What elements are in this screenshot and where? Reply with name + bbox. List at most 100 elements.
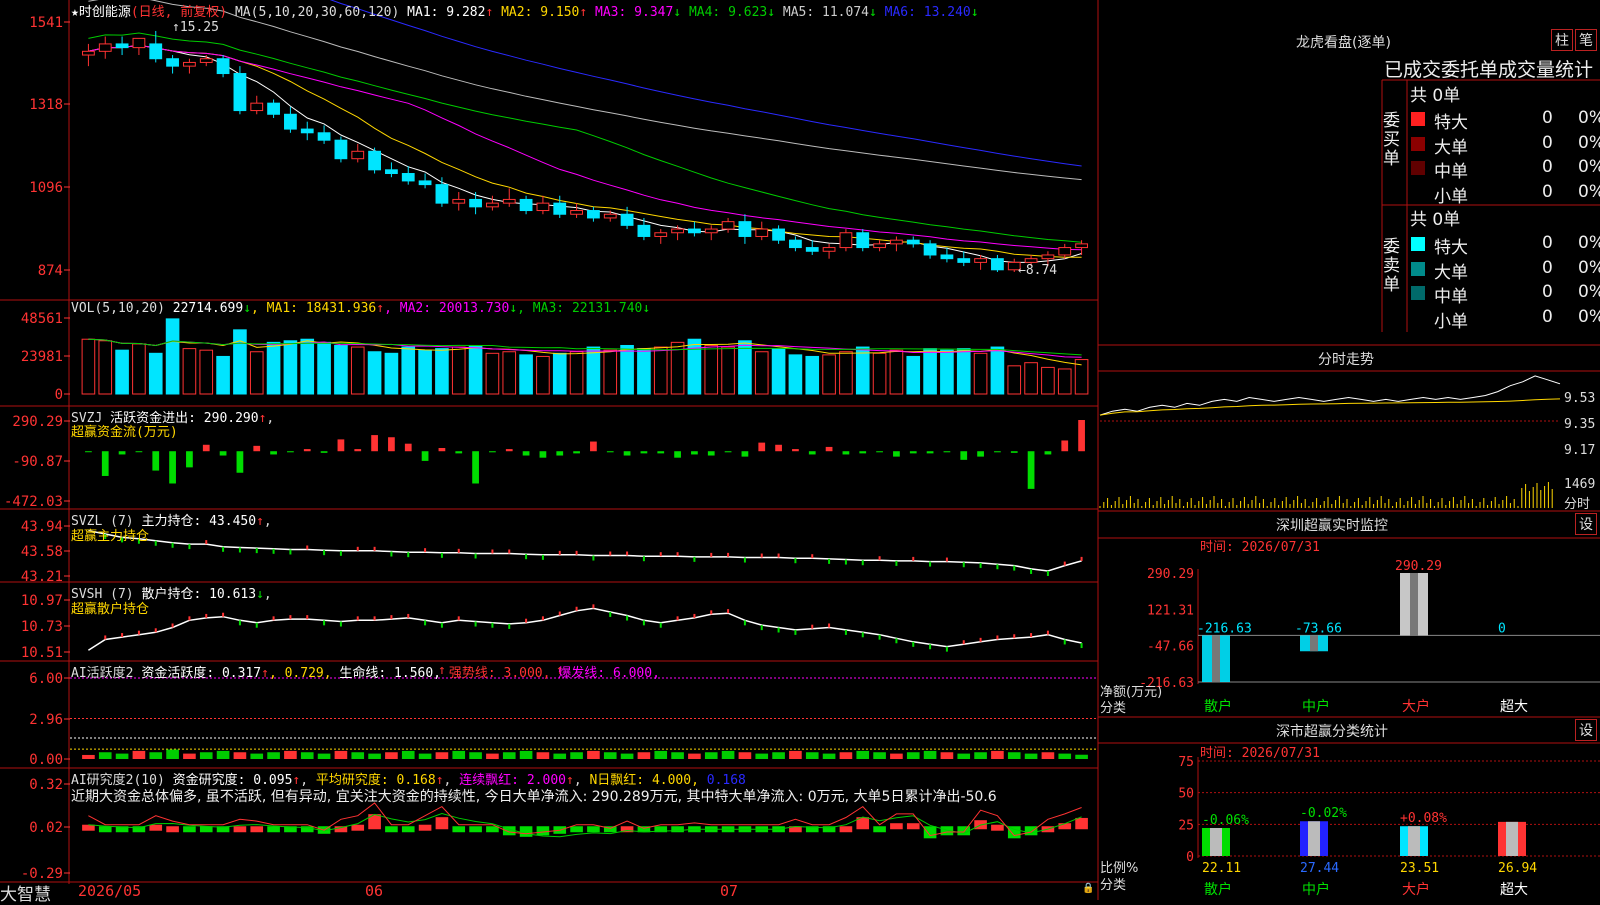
low-price-label: 8.74: [1025, 263, 1058, 278]
y-tick-label: 0.32: [29, 777, 63, 793]
ai-active-bar: [536, 752, 550, 759]
sell-row-count: 0: [1542, 306, 1553, 327]
ai-research-bar: [519, 826, 533, 837]
candle-body: [82, 50, 95, 56]
cat-value-label: 23.51: [1400, 861, 1439, 876]
ai-research-bar: [906, 823, 920, 830]
x-label-jul: 07: [720, 882, 739, 900]
svzj-bar: [1027, 451, 1035, 489]
sell-row-pct: 0%: [1578, 257, 1600, 278]
volume-panel: [81, 318, 1089, 395]
svzj-arrow: ↑: [258, 411, 267, 426]
candle-body: [873, 243, 886, 249]
ai-active-bar: [587, 750, 600, 759]
monitor-cat-label: 散户: [1204, 698, 1232, 715]
candle-body: [637, 224, 651, 237]
ai-active-bar: [772, 752, 785, 759]
svzj-bar: [287, 451, 294, 453]
x-label-may: 2026/05: [78, 882, 142, 900]
candle-body: [755, 228, 769, 237]
y-tick-label: 43.58: [21, 544, 63, 560]
ai-active-bar: [519, 750, 533, 759]
intraday-title[interactable]: 分时走势: [1318, 349, 1374, 369]
svzj-bar: [270, 451, 277, 455]
ma-label: MA(5,10,20,30,60,120): [234, 5, 400, 20]
candle-body: [132, 37, 146, 49]
candle-body: [351, 150, 365, 160]
candle-body: [789, 239, 802, 249]
ai-active-bar: [469, 752, 482, 759]
lock-icon[interactable]: 🔒: [1082, 883, 1094, 894]
volume-bar: [839, 351, 853, 395]
cat-name-label: 超大: [1500, 882, 1528, 898]
volume-bar: [603, 349, 618, 395]
ai-active-bar: [132, 750, 146, 759]
monitor-cat-label: 分类: [1100, 701, 1127, 716]
svzj-bar: [236, 451, 244, 473]
ai-research-bar: [587, 826, 600, 833]
volume-bar: [485, 352, 500, 395]
volume-bar: [81, 338, 96, 395]
stock-chart-area[interactable]: ↑ ↑ 1541 1318 1096 874 48561 23981 0 290.29 -90.8…: [0, 0, 1100, 900]
y-tick-label: 10.73: [21, 619, 63, 635]
buy-row-count: 0: [1542, 108, 1553, 128]
volume-bar: [536, 355, 550, 395]
svzj-bar: [202, 444, 210, 452]
monitor-cat-label: 中户: [1302, 698, 1330, 715]
cat-bar-highlight: [1210, 827, 1222, 856]
sell-total: 共 0单: [1410, 210, 1461, 230]
svzj-bar: [1061, 440, 1069, 452]
ai-active-bar: [822, 753, 836, 759]
ai-active-bar: [486, 753, 499, 759]
buy-legend-swatch: [1411, 161, 1425, 175]
candle-body: [553, 202, 567, 215]
volume-bar: [586, 346, 601, 395]
sell-row-count: 0: [1542, 257, 1553, 278]
volume-bar: [300, 338, 315, 395]
y-tick-label: 48561: [21, 311, 63, 327]
sell-row-pct: 0%: [1578, 282, 1600, 302]
candle-body: [216, 58, 230, 75]
svzj-bar: [421, 451, 429, 461]
volume-bar: [637, 348, 651, 395]
vol-ma-values: , MA1: 18431.936↑, MA2: 20013.730↓, MA3:…: [251, 301, 650, 316]
ai-active-bar: [570, 752, 583, 759]
ai-research-bar: [183, 826, 196, 833]
buy-legend-swatch: [1411, 185, 1425, 200]
ai-research-bar: [250, 826, 264, 833]
ai-active-bar: [671, 752, 684, 759]
candle-body: [856, 232, 870, 249]
monitor-bar-highlight: [1410, 573, 1418, 636]
volume-bar: [249, 351, 264, 395]
cat-stat-settings-button[interactable]: 设: [1575, 719, 1597, 741]
volume-bar: [435, 348, 449, 395]
vol-ma-value-1: , MA1: 18431.936: [251, 301, 377, 316]
volume-bar: [653, 346, 668, 395]
ma-arrow-5: ↓: [868, 5, 877, 20]
ai-active-bar: [890, 753, 903, 759]
sell-row-count: 0: [1542, 282, 1553, 302]
buy-row-count: 0: [1542, 181, 1553, 202]
svzj-bar: [640, 451, 648, 454]
candle-body: [587, 210, 600, 219]
ai-active-bar: [603, 752, 617, 759]
sell-row-label: 小单: [1434, 311, 1468, 332]
sell-row-pct: 0%: [1578, 233, 1600, 253]
candle-body: [620, 213, 634, 226]
cat-change-label: +0.08%: [1400, 811, 1447, 826]
intraday-tick-1: 9.53: [1564, 391, 1596, 406]
volume-bar: [367, 351, 382, 395]
volume-bar: [165, 318, 180, 395]
volume-bar: [940, 349, 954, 395]
ai-active-bar: [98, 752, 112, 759]
volume-bar: [468, 344, 483, 395]
y-tick-label: 0.00: [29, 752, 63, 768]
sell-side-label: 委卖单: [1383, 237, 1400, 295]
stock-name[interactable]: ★时创能源: [71, 5, 131, 20]
svzj-bar: [775, 444, 782, 452]
volume-bar: [788, 354, 803, 395]
ai-research-bar: [267, 826, 280, 833]
ma-arrow-6: ↓: [970, 5, 979, 20]
volume-bar: [620, 344, 634, 395]
sz-monitor-settings-button[interactable]: 设: [1575, 513, 1597, 535]
